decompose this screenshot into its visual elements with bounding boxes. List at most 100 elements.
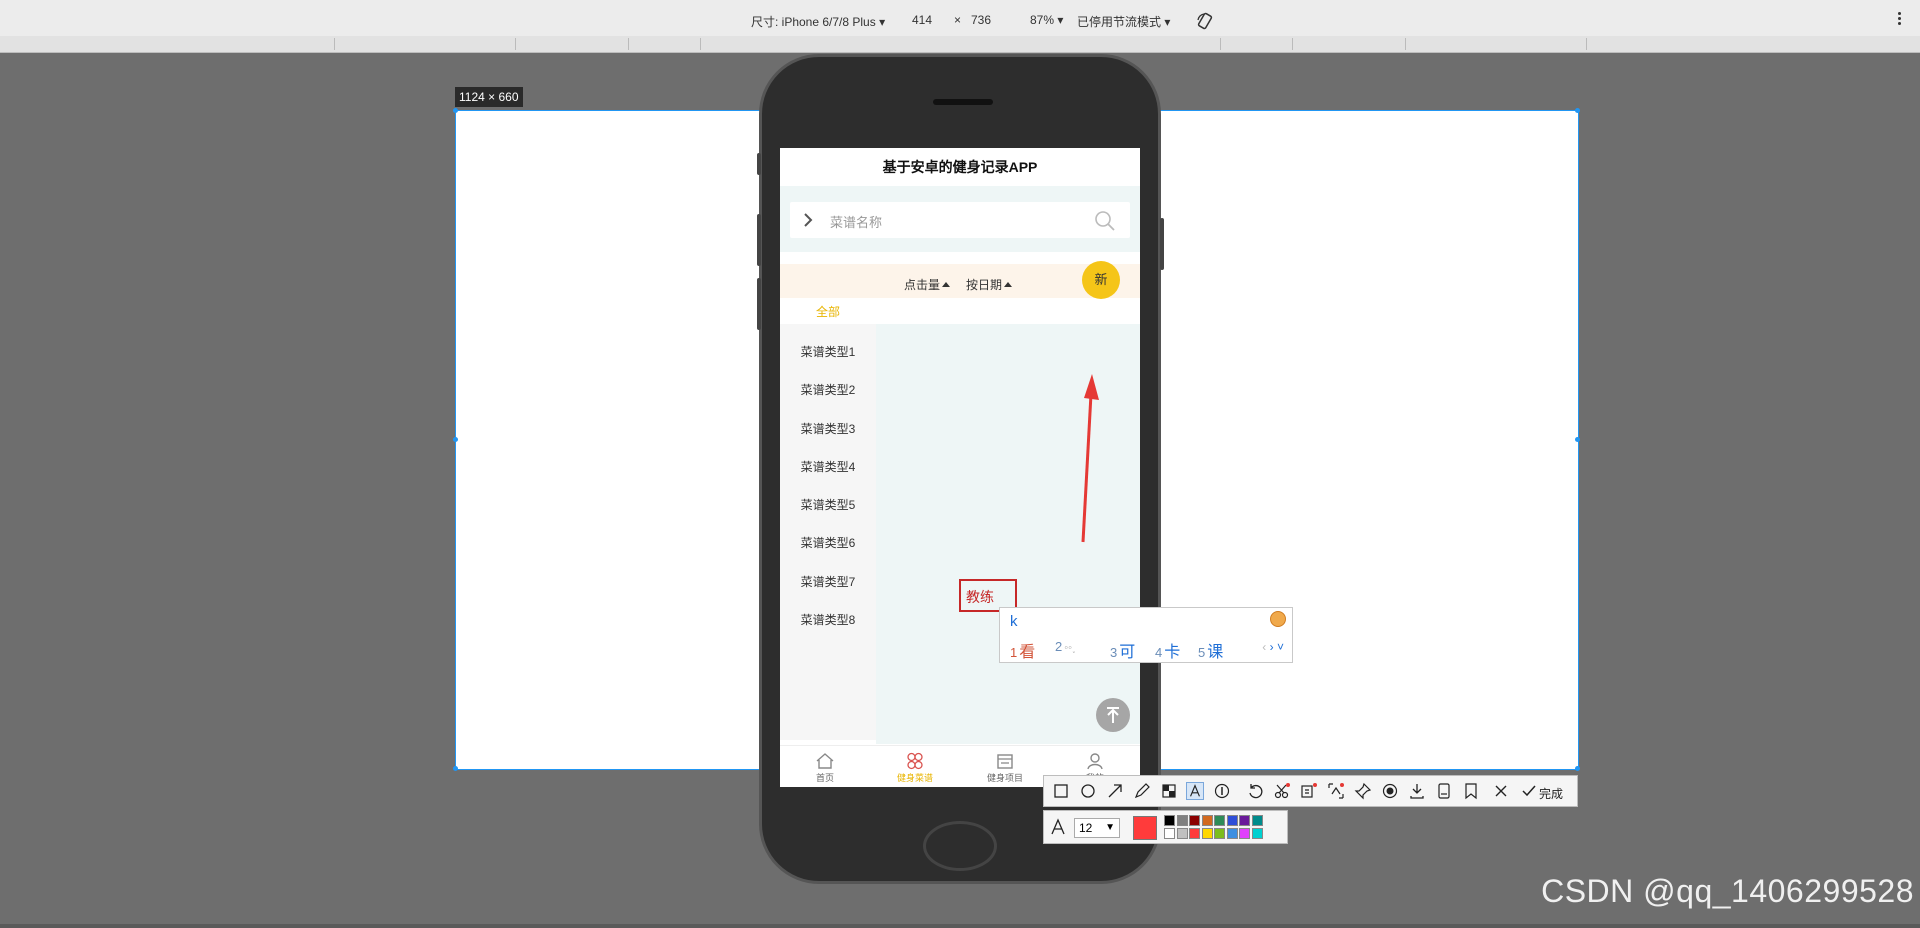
chevron-left-icon[interactable]: ‹ — [1262, 640, 1266, 654]
category-item[interactable]: 菜谱类型4 — [780, 458, 876, 475]
sort-up-icon — [1004, 282, 1013, 287]
zoom-label: 87% — [1030, 13, 1055, 27]
sort-by-clicks[interactable]: 点击量 — [904, 276, 951, 293]
arrow-tool-icon[interactable] — [1106, 782, 1124, 800]
media-query-ruler — [0, 36, 1920, 53]
color-swatch[interactable] — [1164, 815, 1175, 826]
throttle-select[interactable]: 已停用节流模式 ▾ — [1077, 13, 1170, 30]
category-item[interactable]: 菜谱类型3 — [780, 420, 876, 437]
text-style-toolbar: 12 ▼ — [1043, 810, 1288, 844]
translate-icon[interactable] — [1327, 782, 1345, 800]
color-swatch[interactable] — [1189, 815, 1200, 826]
tab-label: 健身项目 — [986, 773, 1023, 783]
ime-candidate[interactable]: 5课 — [1198, 638, 1223, 662]
category-item[interactable]: 菜谱类型8 — [780, 611, 876, 628]
number-tool-icon[interactable] — [1213, 782, 1231, 800]
category-list — [780, 300, 876, 740]
rectangle-tool-icon[interactable] — [1052, 782, 1070, 800]
tab-projects[interactable]: 健身项目 — [960, 746, 1050, 784]
calendar-icon — [997, 754, 1013, 769]
more-options-icon[interactable] — [1898, 12, 1902, 27]
device-select[interactable]: 尺寸: iPhone 6/7/8 Plus ▾ — [751, 13, 885, 30]
resize-handle[interactable] — [453, 108, 458, 113]
bookmark-icon[interactable] — [1462, 782, 1480, 800]
chevron-right-icon[interactable]: › — [1270, 640, 1274, 654]
resize-handle[interactable] — [453, 437, 458, 442]
rotate-icon[interactable] — [1196, 12, 1214, 35]
scissors-icon[interactable] — [1273, 782, 1291, 800]
color-swatch[interactable] — [1214, 828, 1225, 839]
chevron-down-icon[interactable]: ˅ — [1277, 640, 1284, 654]
category-item[interactable]: 菜谱类型7 — [780, 573, 876, 590]
color-swatch[interactable] — [1164, 828, 1175, 839]
current-color-swatch[interactable] — [1133, 816, 1157, 840]
app-title: 基于安卓的健身记录APP — [882, 159, 1038, 175]
candidate-text: 课 — [1207, 644, 1224, 661]
ime-skin-icon[interactable] — [1270, 611, 1286, 627]
color-swatch[interactable] — [1251, 828, 1263, 839]
long-screenshot-icon[interactable] — [1435, 782, 1453, 800]
record-icon[interactable] — [1381, 782, 1399, 800]
ime-composition: k — [1010, 613, 1018, 630]
resize-handle[interactable] — [453, 766, 458, 771]
ime-candidate[interactable]: 1看 — [1010, 638, 1035, 662]
close-icon[interactable] — [1492, 782, 1510, 800]
text-tool-icon[interactable] — [1186, 782, 1204, 800]
search-bar: 菜谱名称 — [780, 186, 1140, 252]
color-swatch[interactable] — [1239, 828, 1250, 839]
ellipse-tool-icon[interactable] — [1079, 782, 1097, 800]
chevron-right-icon[interactable] — [802, 213, 814, 232]
color-swatch[interactable] — [1214, 815, 1225, 826]
check-icon[interactable] — [1520, 782, 1538, 800]
color-swatch[interactable] — [1189, 828, 1200, 839]
emoji-placeholder-icon: ◦◦˯ — [1064, 642, 1076, 654]
color-swatch[interactable] — [1176, 828, 1188, 839]
ime-candidate[interactable]: 4卡 — [1155, 638, 1180, 662]
mosaic-tool-icon[interactable] — [1160, 782, 1178, 800]
device-height[interactable]: 736 — [971, 13, 991, 27]
download-icon[interactable] — [1408, 782, 1426, 800]
home-icon — [816, 753, 834, 769]
category-item[interactable]: 全部 — [780, 300, 876, 324]
device-width[interactable]: 414 — [912, 13, 932, 27]
ime-candidate[interactable]: 2 ◦◦˯ — [1055, 638, 1076, 656]
category-item[interactable]: 菜谱类型5 — [780, 496, 876, 513]
category-item[interactable]: 菜谱类型1 — [780, 343, 876, 360]
sort-by-date[interactable]: 按日期 — [966, 276, 1013, 293]
search-icon[interactable] — [1094, 210, 1116, 237]
annotation-arrow[interactable] — [1075, 370, 1105, 546]
resize-handle[interactable] — [1575, 437, 1580, 442]
font-icon — [1051, 818, 1065, 835]
color-swatch[interactable] — [1201, 828, 1213, 839]
candidate-number: 1 — [1010, 645, 1018, 660]
done-button[interactable]: 完成 — [1539, 785, 1563, 802]
candidate-text: 卡 — [1164, 644, 1181, 661]
search-input[interactable]: 菜谱名称 — [790, 202, 1130, 238]
resize-handle[interactable] — [1575, 766, 1580, 771]
zoom-select[interactable]: 87% ▾ — [1030, 13, 1063, 27]
resize-handle[interactable] — [1575, 108, 1580, 113]
undo-icon[interactable] — [1246, 782, 1264, 800]
pen-tool-icon[interactable] — [1133, 782, 1151, 800]
color-swatch[interactable] — [1239, 815, 1250, 826]
back-to-top-button[interactable] — [1096, 698, 1130, 732]
ime-candidate[interactable]: 3可 — [1110, 638, 1135, 662]
color-swatch[interactable] — [1226, 828, 1238, 839]
tab-home[interactable]: 首页 — [780, 746, 870, 784]
category-item[interactable]: 菜谱类型6 — [780, 534, 876, 551]
font-size-select[interactable]: 12 ▼ — [1074, 818, 1120, 838]
color-swatch[interactable] — [1201, 815, 1213, 826]
phone-side-button — [1160, 218, 1164, 270]
ocr-icon[interactable] — [1300, 782, 1318, 800]
home-button — [923, 821, 997, 871]
color-swatch[interactable] — [1251, 815, 1263, 826]
selection-dimensions: 1124 × 660 — [455, 87, 523, 107]
sort-up-icon — [942, 282, 951, 287]
new-button[interactable]: 新 — [1082, 261, 1120, 299]
pin-icon[interactable] — [1354, 782, 1372, 800]
sort-clicks-label: 点击量 — [904, 278, 941, 292]
category-item[interactable]: 菜谱类型2 — [780, 381, 876, 398]
tab-recipes[interactable]: 健身菜谱 — [870, 746, 960, 784]
color-swatch[interactable] — [1226, 815, 1238, 826]
color-swatch[interactable] — [1176, 815, 1188, 826]
